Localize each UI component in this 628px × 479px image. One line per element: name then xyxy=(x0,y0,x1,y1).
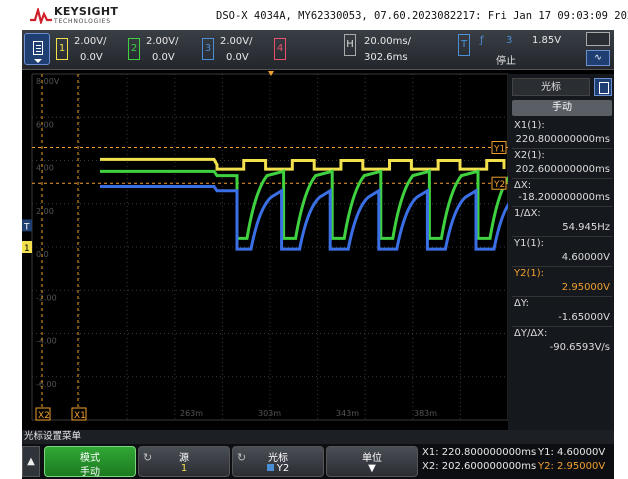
y1-value: 4.60000V xyxy=(561,252,610,263)
brand-name: KEYSIGHT xyxy=(54,5,119,18)
softkey-cursor-label: 光标 xyxy=(268,453,288,464)
horizontal-badge[interactable]: H xyxy=(344,34,356,56)
softkey-cursor[interactable]: ↻ 光标 Y2 xyxy=(232,446,324,477)
softkey-cursor-value-text: Y2 xyxy=(276,463,290,474)
cursor-y-readout: Y1: 4.60000V Y2: 2.95000V xyxy=(538,446,605,477)
channel-1-badge: 1 xyxy=(56,38,68,60)
readout-x2: X2: 202.600000000ms xyxy=(422,461,537,472)
delta-x-value: -18.200000000ms xyxy=(518,192,610,203)
channel-3-offset: 0.0V xyxy=(226,52,249,63)
y2-marker: Y2 xyxy=(493,180,505,190)
x1-label: X1(1): xyxy=(514,120,545,131)
channel-2-scale: 2.00V/ xyxy=(146,36,179,47)
y-axis-label: -2.00 xyxy=(36,293,57,302)
y-axis-label: 4.00 xyxy=(36,164,54,173)
softkey-mode-label: 模式 xyxy=(80,453,100,464)
channel-1-scale: 2.00V/ xyxy=(74,36,107,47)
time-delay: 302.6ms xyxy=(364,52,408,63)
trigger-badge[interactable]: T xyxy=(458,34,470,56)
cursor-panel-title: 光标 xyxy=(512,78,590,96)
dy-dx-label: ΔY/ΔX: xyxy=(514,328,548,339)
softkey-source[interactable]: ↻ 源 1 xyxy=(138,446,230,477)
channel-2-badge: 2 xyxy=(128,38,140,60)
softkey-source-value: 1 xyxy=(180,463,188,474)
waveform-svg: 8.00V6.004.002.000.0-2.00-4.00-6.00263m3… xyxy=(22,71,529,421)
readout-y1: Y1: 4.60000V xyxy=(538,447,606,458)
divider xyxy=(512,178,612,179)
brand-sub: TECHNOLOGIES xyxy=(54,18,111,25)
x2-marker: X2 xyxy=(38,411,50,421)
trigger-marker: T xyxy=(23,222,30,232)
readout-y2: Y2: 2.95000V xyxy=(538,461,606,472)
delta-y-value: -1.65000V xyxy=(558,312,610,323)
softkey-bar: ▲ 模式 手动 ↻ 源 1 ↻ 光标 Y2 单位 ▼ X1: 220.80000… xyxy=(22,444,614,479)
divider xyxy=(512,236,612,237)
display-icon[interactable] xyxy=(586,32,610,46)
delta-y-label: ΔY: xyxy=(514,298,529,309)
softkey-mode[interactable]: 模式 手动 xyxy=(44,446,136,478)
divider xyxy=(512,206,612,207)
x-axis-label: 263m xyxy=(180,409,203,418)
trigger-slope-icon: ƒ xyxy=(480,35,484,46)
x-axis-label: 383m xyxy=(414,409,437,418)
softkey-cursor-value: Y2 xyxy=(233,463,323,474)
panel-menu-icon[interactable] xyxy=(594,78,612,96)
x1-value: 220.800000000ms xyxy=(515,134,610,145)
divider xyxy=(512,148,612,149)
trigger-source: 3 xyxy=(506,35,513,46)
x2-value: 202.600000000ms xyxy=(515,164,610,175)
arrow-down-icon: ▼ xyxy=(368,463,376,474)
y1-marker: Y1 xyxy=(493,145,505,155)
cursor-x-readout: X1: 220.800000000ms X2: 202.600000000ms xyxy=(422,446,536,477)
readout-x1: X1: 220.800000000ms xyxy=(422,447,537,458)
cursor-panel: 光标 手动 X1(1): 220.800000000ms X2(1): 202.… xyxy=(508,74,614,430)
y2-label: Y2(1): xyxy=(514,268,545,279)
channel-2-offset: 0.0V xyxy=(152,52,175,63)
y2-value: 2.95000V xyxy=(561,282,610,293)
top-control-bar: 1 2.00V/ 0.0V 2 2.00V/ 0.0V 3 2.00V/ 0.0… xyxy=(22,30,614,70)
waveform-icon[interactable]: ∿ xyxy=(586,50,610,66)
cursor-mode-value[interactable]: 手动 xyxy=(512,100,612,116)
softkey-units[interactable]: 单位 ▼ xyxy=(326,446,418,477)
channel-1-offset: 0.0V xyxy=(80,52,103,63)
channel-1-trace xyxy=(100,157,506,171)
channel-3-badge: 3 xyxy=(202,38,214,60)
trigger-level: 1.85V xyxy=(532,35,562,46)
softkey-menu-title: 光标设置菜单 xyxy=(22,430,614,444)
x-axis-label: 343m xyxy=(336,409,359,418)
divider xyxy=(512,266,612,267)
run-status: 停止 xyxy=(496,56,516,67)
device-info: DSO-X 4034A, MY62330053, 07.60.202308221… xyxy=(216,10,628,22)
x1-marker: X1 xyxy=(74,411,86,421)
y-axis-label: 6.00 xyxy=(36,120,54,129)
title-bar: KEYSIGHT TECHNOLOGIES DSO-X 4034A, MY623… xyxy=(0,0,628,30)
waveform-display[interactable]: 8.00V6.004.002.000.0-2.00-4.00-6.00263m3… xyxy=(22,70,529,430)
divider xyxy=(512,296,612,297)
y-axis-label: 8.00V xyxy=(36,77,60,86)
softkey-mode-value: 手动 xyxy=(80,467,100,478)
softkey-units-label: 单位 xyxy=(362,453,382,464)
main-menu-button[interactable] xyxy=(24,33,50,65)
y-axis-label: -4.00 xyxy=(36,337,57,346)
back-button[interactable]: ▲ xyxy=(22,446,40,477)
channel-4-badge: 4 xyxy=(274,38,286,60)
y-axis-label: 2.00 xyxy=(36,207,54,216)
inv-delta-x-value: 54.945Hz xyxy=(562,222,610,233)
inv-delta-x-label: 1/ΔX: xyxy=(514,208,541,219)
divider xyxy=(512,326,612,327)
x2-label: X2(1): xyxy=(514,150,545,161)
menu-icon xyxy=(33,41,43,55)
channel-1-ground-marker: 1 xyxy=(24,244,30,254)
delta-x-label: ΔX: xyxy=(514,180,532,191)
channel-3-scale: 2.00V/ xyxy=(220,36,253,47)
softkey-source-label: 源 xyxy=(179,453,189,464)
keysight-wave-icon xyxy=(30,8,52,24)
y1-label: Y1(1): xyxy=(514,238,545,249)
chevron-down-icon xyxy=(34,59,42,63)
x-axis-label: 303m xyxy=(258,409,281,418)
y-axis-label: -6.00 xyxy=(36,380,57,389)
time-per-div: 20.00ms/ xyxy=(364,36,411,47)
checkbox-icon xyxy=(266,464,274,471)
dy-dx-value: -90.6593V/s xyxy=(549,342,610,353)
